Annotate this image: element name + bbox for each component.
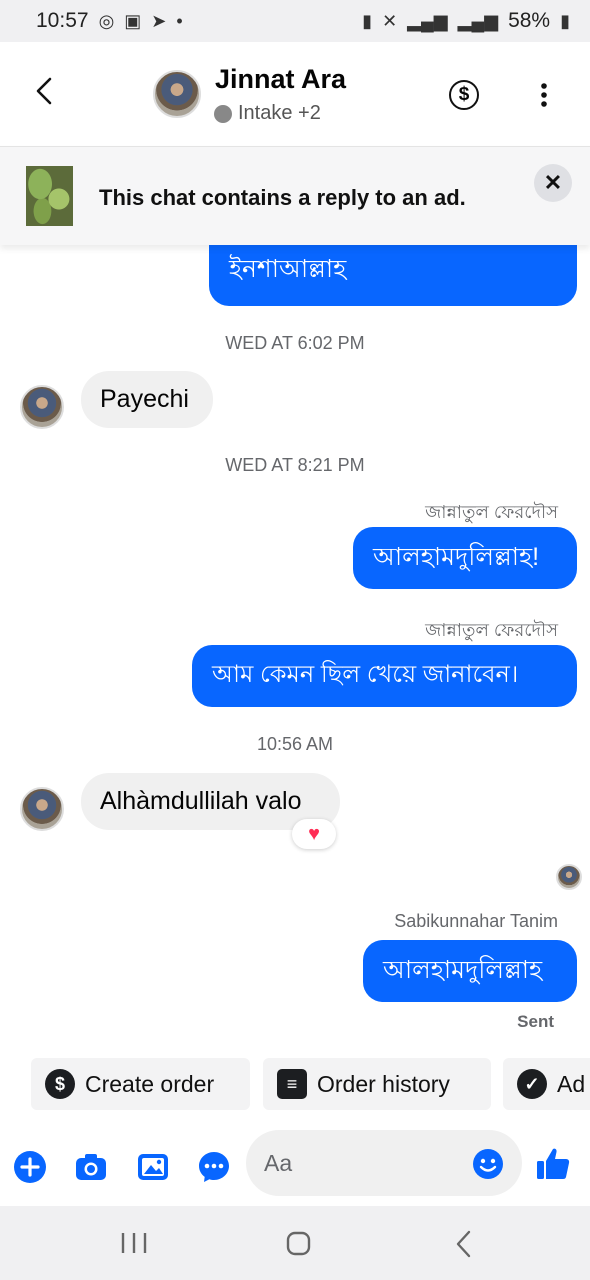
close-icon[interactable]: ✕ (534, 164, 572, 202)
chip-label: Order history (317, 1070, 450, 1097)
ad-chip-button[interactable]: ✓ Ad (503, 1058, 590, 1110)
message-text: আম কেমন ছিল খেয়ে জানাবেন। (212, 661, 519, 688)
contact-subtitle: Intake +2 (214, 102, 321, 125)
check-circle-icon: ✓ (517, 1069, 547, 1099)
signal-icon-2: ▂▄▆ (457, 10, 499, 31)
create-order-button[interactable]: $ Create order (31, 1058, 250, 1110)
chip-label: Ad (557, 1070, 586, 1097)
whatsapp-icon: ◎ (98, 10, 115, 31)
battery-percentage: 58% (508, 9, 551, 32)
ad-reply-banner: This chat contains a reply to an ad. (0, 146, 590, 245)
sender-name: Sabikunnahar Tanim (394, 911, 558, 931)
contact-name[interactable]: Jinnat Ara (215, 64, 346, 95)
payment-icon[interactable]: $ (449, 80, 479, 110)
message-status: Sent (517, 1012, 554, 1031)
send-icon: ➤ (151, 10, 167, 31)
order-history-button[interactable]: ≡ Order history (263, 1058, 491, 1110)
message-input-placeholder: Aa (264, 1150, 293, 1176)
heart-reaction-icon[interactable]: ♥ (292, 819, 336, 849)
like-icon[interactable] (535, 1146, 571, 1182)
timestamp: WED AT 8:21 PM (225, 455, 365, 475)
camera-icon[interactable] (74, 1150, 108, 1184)
subtitle-label: Intake +2 (238, 102, 321, 124)
back-arrow-icon[interactable] (28, 74, 62, 108)
signal-icon: ▂▄▆ (407, 10, 448, 31)
message-text: আলহামদুলিল্লাহ (383, 955, 543, 984)
ad-banner-text: This chat contains a reply to an ad. (99, 185, 466, 210)
timestamp: 10:56 AM (256, 734, 334, 754)
dot-icon: • (176, 10, 183, 31)
list-icon: ≡ (277, 1069, 307, 1099)
timestamp: WED AT 6:02 PM (225, 333, 365, 353)
gallery-icon[interactable] (136, 1150, 170, 1184)
more-options-icon[interactable] (532, 82, 556, 108)
seen-avatar (556, 864, 582, 890)
more-actions-icon[interactable] (197, 1150, 231, 1184)
reaction-glyph: ♥ (308, 822, 320, 845)
system-navigation-bar (0, 1206, 590, 1280)
recent-apps-icon[interactable] (120, 1232, 148, 1254)
message-bubble-outgoing[interactable]: আম কেমন ছিল খেয়ে জানাবেন। (192, 645, 577, 707)
message-bubble-outgoing[interactable]: ইনশাআল্লাহ (209, 236, 577, 306)
message-bubble-outgoing[interactable]: আলহামদুলিল্লাহ (363, 940, 577, 1002)
chat-header: Jinnat Ara Intake +2 $ (0, 42, 590, 146)
ad-thumbnail[interactable] (26, 166, 73, 226)
lock-icon: ▮ (362, 10, 373, 31)
status-bar: 10:57 ◎ ▣ ➤ • ▮ ✕ ▂▄▆ ▂▄▆ 58% ▮ (0, 0, 590, 42)
chip-label: Create order (85, 1070, 215, 1097)
battery-icon: ▮ (560, 10, 570, 31)
contact-avatar[interactable] (153, 70, 201, 118)
presence-dot-icon (214, 104, 232, 123)
sender-name: জান্নাতুল ফেরদৌস (425, 620, 558, 640)
message-text: Payechi (100, 385, 189, 413)
sender-avatar[interactable] (20, 385, 64, 429)
message-text: আলহামদুলিল্লাহ! (373, 542, 540, 571)
message-text: ইনশাআল্লাহ (229, 255, 347, 283)
message-text: Alhàmdullilah valo (100, 787, 302, 815)
message-bubble-incoming[interactable]: Payechi (81, 371, 213, 428)
sender-avatar[interactable] (20, 787, 64, 831)
message-bubble-outgoing[interactable]: আলহামদুলিল্লাহ! (353, 527, 577, 589)
gallery-icon: ▣ (124, 10, 142, 31)
mute-icon: ✕ (382, 10, 398, 31)
status-time: 10:57 (36, 9, 89, 32)
sender-name: জান্নাতুল ফেরদৌস (425, 502, 558, 522)
dollar-circle-icon: $ (45, 1069, 75, 1099)
back-nav-icon[interactable] (454, 1230, 474, 1258)
plus-icon[interactable] (13, 1150, 47, 1184)
emoji-icon[interactable] (472, 1148, 504, 1180)
home-icon[interactable] (286, 1231, 311, 1256)
